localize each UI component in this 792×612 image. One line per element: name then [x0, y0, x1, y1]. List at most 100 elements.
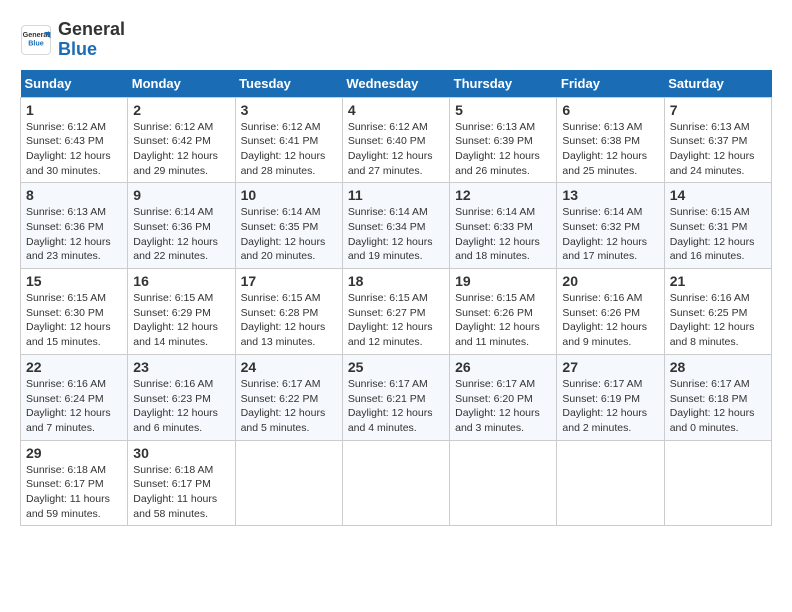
day-info: Sunrise: 6:18 AMSunset: 6:17 PMDaylight:… — [26, 463, 122, 522]
header-monday: Monday — [128, 70, 235, 98]
calendar-table: Sunday Monday Tuesday Wednesday Thursday… — [20, 70, 772, 527]
day-number: 3 — [241, 102, 337, 118]
header-thursday: Thursday — [450, 70, 557, 98]
day-number: 8 — [26, 187, 122, 203]
day-info: Sunrise: 6:15 AMSunset: 6:26 PMDaylight:… — [455, 291, 551, 350]
day-number: 18 — [348, 273, 444, 289]
table-row: 9 Sunrise: 6:14 AMSunset: 6:36 PMDayligh… — [128, 183, 235, 269]
day-number: 12 — [455, 187, 551, 203]
table-row — [664, 440, 771, 526]
table-row: 8 Sunrise: 6:13 AMSunset: 6:36 PMDayligh… — [21, 183, 128, 269]
day-number: 13 — [562, 187, 658, 203]
day-info: Sunrise: 6:14 AMSunset: 6:34 PMDaylight:… — [348, 205, 444, 264]
day-info: Sunrise: 6:16 AMSunset: 6:24 PMDaylight:… — [26, 377, 122, 436]
table-row: 21 Sunrise: 6:16 AMSunset: 6:25 PMDaylig… — [664, 269, 771, 355]
day-number: 10 — [241, 187, 337, 203]
table-row: 6 Sunrise: 6:13 AMSunset: 6:38 PMDayligh… — [557, 97, 664, 183]
day-number: 22 — [26, 359, 122, 375]
table-row: 16 Sunrise: 6:15 AMSunset: 6:29 PMDaylig… — [128, 269, 235, 355]
calendar-row: 8 Sunrise: 6:13 AMSunset: 6:36 PMDayligh… — [21, 183, 772, 269]
day-info: Sunrise: 6:16 AMSunset: 6:26 PMDaylight:… — [562, 291, 658, 350]
table-row: 12 Sunrise: 6:14 AMSunset: 6:33 PMDaylig… — [450, 183, 557, 269]
table-row — [557, 440, 664, 526]
day-info: Sunrise: 6:13 AMSunset: 6:39 PMDaylight:… — [455, 120, 551, 179]
table-row: 26 Sunrise: 6:17 AMSunset: 6:20 PMDaylig… — [450, 354, 557, 440]
day-number: 4 — [348, 102, 444, 118]
day-info: Sunrise: 6:14 AMSunset: 6:36 PMDaylight:… — [133, 205, 229, 264]
table-row: 3 Sunrise: 6:12 AMSunset: 6:41 PMDayligh… — [235, 97, 342, 183]
day-header-row: Sunday Monday Tuesday Wednesday Thursday… — [21, 70, 772, 98]
table-row: 24 Sunrise: 6:17 AMSunset: 6:22 PMDaylig… — [235, 354, 342, 440]
svg-text:Blue: Blue — [28, 38, 44, 47]
table-row: 14 Sunrise: 6:15 AMSunset: 6:31 PMDaylig… — [664, 183, 771, 269]
day-number: 29 — [26, 445, 122, 461]
day-number: 28 — [670, 359, 766, 375]
table-row: 29 Sunrise: 6:18 AMSunset: 6:17 PMDaylig… — [21, 440, 128, 526]
day-number: 11 — [348, 187, 444, 203]
logo: General Blue General Blue — [20, 20, 125, 60]
day-number: 23 — [133, 359, 229, 375]
day-info: Sunrise: 6:13 AMSunset: 6:36 PMDaylight:… — [26, 205, 122, 264]
day-info: Sunrise: 6:15 AMSunset: 6:28 PMDaylight:… — [241, 291, 337, 350]
page-header: General Blue General Blue — [20, 20, 772, 60]
calendar-row: 15 Sunrise: 6:15 AMSunset: 6:30 PMDaylig… — [21, 269, 772, 355]
day-number: 25 — [348, 359, 444, 375]
svg-text:General: General — [23, 30, 50, 39]
day-info: Sunrise: 6:17 AMSunset: 6:21 PMDaylight:… — [348, 377, 444, 436]
header-saturday: Saturday — [664, 70, 771, 98]
table-row: 18 Sunrise: 6:15 AMSunset: 6:27 PMDaylig… — [342, 269, 449, 355]
table-row: 27 Sunrise: 6:17 AMSunset: 6:19 PMDaylig… — [557, 354, 664, 440]
day-info: Sunrise: 6:15 AMSunset: 6:27 PMDaylight:… — [348, 291, 444, 350]
header-tuesday: Tuesday — [235, 70, 342, 98]
day-info: Sunrise: 6:12 AMSunset: 6:40 PMDaylight:… — [348, 120, 444, 179]
day-number: 24 — [241, 359, 337, 375]
day-number: 19 — [455, 273, 551, 289]
day-info: Sunrise: 6:16 AMSunset: 6:23 PMDaylight:… — [133, 377, 229, 436]
table-row: 1 Sunrise: 6:12 AMSunset: 6:43 PMDayligh… — [21, 97, 128, 183]
table-row: 11 Sunrise: 6:14 AMSunset: 6:34 PMDaylig… — [342, 183, 449, 269]
table-row: 2 Sunrise: 6:12 AMSunset: 6:42 PMDayligh… — [128, 97, 235, 183]
day-number: 16 — [133, 273, 229, 289]
table-row: 22 Sunrise: 6:16 AMSunset: 6:24 PMDaylig… — [21, 354, 128, 440]
day-info: Sunrise: 6:15 AMSunset: 6:30 PMDaylight:… — [26, 291, 122, 350]
day-info: Sunrise: 6:17 AMSunset: 6:22 PMDaylight:… — [241, 377, 337, 436]
day-info: Sunrise: 6:12 AMSunset: 6:41 PMDaylight:… — [241, 120, 337, 179]
day-info: Sunrise: 6:13 AMSunset: 6:37 PMDaylight:… — [670, 120, 766, 179]
calendar-row: 1 Sunrise: 6:12 AMSunset: 6:43 PMDayligh… — [21, 97, 772, 183]
table-row: 17 Sunrise: 6:15 AMSunset: 6:28 PMDaylig… — [235, 269, 342, 355]
day-info: Sunrise: 6:12 AMSunset: 6:43 PMDaylight:… — [26, 120, 122, 179]
day-info: Sunrise: 6:15 AMSunset: 6:29 PMDaylight:… — [133, 291, 229, 350]
day-info: Sunrise: 6:12 AMSunset: 6:42 PMDaylight:… — [133, 120, 229, 179]
day-number: 27 — [562, 359, 658, 375]
day-info: Sunrise: 6:16 AMSunset: 6:25 PMDaylight:… — [670, 291, 766, 350]
day-number: 1 — [26, 102, 122, 118]
table-row — [342, 440, 449, 526]
table-row: 23 Sunrise: 6:16 AMSunset: 6:23 PMDaylig… — [128, 354, 235, 440]
day-info: Sunrise: 6:14 AMSunset: 6:33 PMDaylight:… — [455, 205, 551, 264]
day-info: Sunrise: 6:17 AMSunset: 6:20 PMDaylight:… — [455, 377, 551, 436]
day-info: Sunrise: 6:15 AMSunset: 6:31 PMDaylight:… — [670, 205, 766, 264]
table-row: 30 Sunrise: 6:18 AMSunset: 6:17 PMDaylig… — [128, 440, 235, 526]
day-info: Sunrise: 6:13 AMSunset: 6:38 PMDaylight:… — [562, 120, 658, 179]
day-number: 6 — [562, 102, 658, 118]
table-row: 25 Sunrise: 6:17 AMSunset: 6:21 PMDaylig… — [342, 354, 449, 440]
table-row: 13 Sunrise: 6:14 AMSunset: 6:32 PMDaylig… — [557, 183, 664, 269]
day-info: Sunrise: 6:14 AMSunset: 6:35 PMDaylight:… — [241, 205, 337, 264]
day-number: 26 — [455, 359, 551, 375]
day-info: Sunrise: 6:17 AMSunset: 6:18 PMDaylight:… — [670, 377, 766, 436]
calendar-row: 22 Sunrise: 6:16 AMSunset: 6:24 PMDaylig… — [21, 354, 772, 440]
logo-text: General Blue — [58, 20, 125, 60]
day-number: 15 — [26, 273, 122, 289]
table-row: 10 Sunrise: 6:14 AMSunset: 6:35 PMDaylig… — [235, 183, 342, 269]
day-number: 5 — [455, 102, 551, 118]
table-row — [235, 440, 342, 526]
day-number: 7 — [670, 102, 766, 118]
day-number: 30 — [133, 445, 229, 461]
header-friday: Friday — [557, 70, 664, 98]
day-number: 9 — [133, 187, 229, 203]
table-row — [450, 440, 557, 526]
header-sunday: Sunday — [21, 70, 128, 98]
day-info: Sunrise: 6:17 AMSunset: 6:19 PMDaylight:… — [562, 377, 658, 436]
day-number: 2 — [133, 102, 229, 118]
day-number: 21 — [670, 273, 766, 289]
